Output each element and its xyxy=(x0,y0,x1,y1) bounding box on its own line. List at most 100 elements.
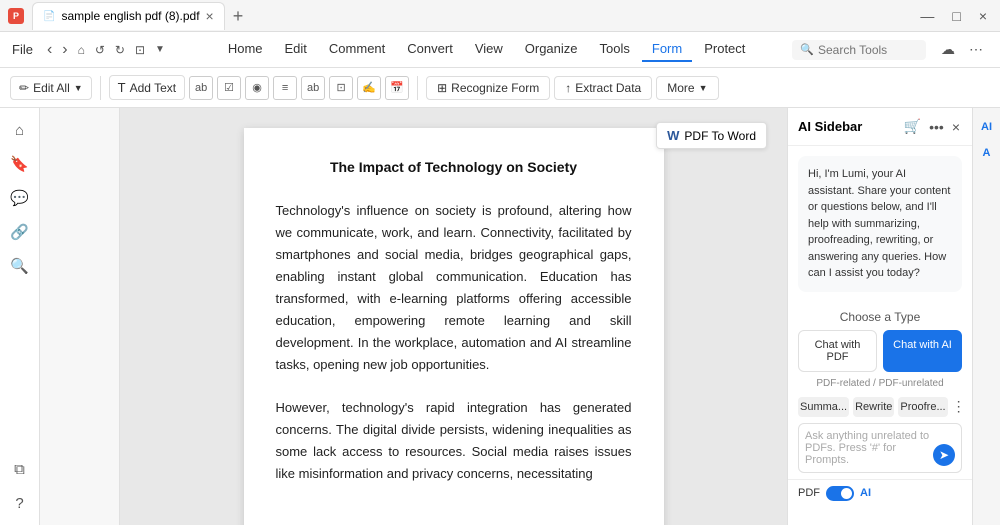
summarize-tab[interactable]: Summa... xyxy=(798,397,849,417)
sidebar-icon-search[interactable]: 🔍 xyxy=(6,252,34,280)
pdf-to-word-label: PDF To Word xyxy=(684,129,756,143)
pdf-to-word-btn[interactable]: W PDF To Word xyxy=(656,122,767,149)
extract-data-btn[interactable]: ↑ Extract Data xyxy=(554,76,652,100)
add-text-label: Add Text xyxy=(130,81,176,95)
ai-type-buttons: Chat with PDF Chat with AI xyxy=(788,330,972,372)
forward-btn[interactable]: › xyxy=(58,39,71,61)
page-panel xyxy=(40,108,120,525)
ai-sidebar-title: AI Sidebar xyxy=(798,119,898,134)
menu-file[interactable]: File xyxy=(12,42,33,57)
minimize-btn[interactable]: — xyxy=(915,6,939,26)
date-btn[interactable]: 📅 xyxy=(385,76,409,100)
sidebar-icon-help[interactable]: ? xyxy=(6,489,34,517)
menu-edit[interactable]: Edit xyxy=(275,37,317,62)
document-area: W PDF To Word The Impact of Technology o… xyxy=(120,108,787,525)
chat-with-pdf-label: Chat with PDF xyxy=(815,339,861,363)
back-btn[interactable]: ‹ xyxy=(43,39,56,61)
edit-dropdown-icon: ▼ xyxy=(74,83,83,93)
chat-with-ai-btn[interactable]: Chat with AI xyxy=(883,330,962,372)
ai-sidebar-header: AI Sidebar 🛒 ••• × xyxy=(788,108,972,146)
recognize-form-label: Recognize Form xyxy=(451,81,539,95)
menu-organize[interactable]: Organize xyxy=(515,37,588,62)
ai-toggle-switch[interactable] xyxy=(826,486,854,501)
menu-form[interactable]: Form xyxy=(642,37,692,62)
img-btn[interactable]: ⊡ xyxy=(329,76,353,100)
choose-type-label: Choose a Type xyxy=(788,310,972,324)
toolbar-separator-1 xyxy=(100,76,101,100)
sidebar-icon-link[interactable]: 🔗 xyxy=(6,218,34,246)
menu-items: Home Edit Comment Convert View Organize … xyxy=(191,37,782,62)
word-icon: W xyxy=(667,128,679,143)
menu-comment[interactable]: Comment xyxy=(319,37,395,62)
edit-all-label: Edit All xyxy=(33,81,70,95)
rewrite-tab[interactable]: Rewrite xyxy=(853,397,894,417)
document-para1: Technology's influence on society is pro… xyxy=(276,200,632,377)
ai-footer-label: AI xyxy=(860,487,871,499)
rotate-btn[interactable]: ↺ xyxy=(91,41,109,59)
proofread-tab[interactable]: Proofrе... xyxy=(898,397,947,417)
cloud-btn[interactable]: ☁ xyxy=(936,39,960,60)
checkbox-icon-btn[interactable]: ab xyxy=(189,76,213,100)
sidebar-icon-layers[interactable]: ⧉ xyxy=(6,455,34,483)
summarize-tab-label: Summa... xyxy=(800,401,847,413)
ai-intro-text: Hi, I'm Lumi, your AI assistant. Share y… xyxy=(808,168,950,279)
ai-input-placeholder: Ask anything unrelated to PDFs. Press '#… xyxy=(805,430,933,466)
text2-btn[interactable]: ab xyxy=(301,76,325,100)
recognize-form-btn[interactable]: ⊞ Recognize Form xyxy=(426,76,550,100)
chat-with-ai-label: Chat with AI xyxy=(893,339,952,351)
sidebar-icon-home[interactable]: ⌂ xyxy=(6,116,34,144)
menu-right-more[interactable]: ⋯ xyxy=(964,39,988,60)
text-icon: T xyxy=(118,80,126,95)
home-nav-btn[interactable]: ⌂ xyxy=(74,41,89,59)
right-mini-icon-ai[interactable]: AI xyxy=(976,116,998,138)
menu-convert[interactable]: Convert xyxy=(397,37,463,62)
pdf-footer-label: PDF xyxy=(798,487,820,499)
proofread-tab-label: Proofrе... xyxy=(900,401,945,413)
rewrite-tab-label: Rewrite xyxy=(855,401,892,413)
main-layout: ⌂ 🔖 💬 🔗 🔍 ⧉ ? W PDF To Word The Impact o… xyxy=(0,108,1000,525)
tab-close-btn[interactable]: × xyxy=(206,8,214,24)
edit-all-btn[interactable]: ✏ Edit All ▼ xyxy=(10,76,92,100)
menu-home[interactable]: Home xyxy=(218,37,273,62)
search-tools-box[interactable]: 🔍 xyxy=(792,40,926,60)
ai-action-tabs: Summa... Rewrite Proofrе... ⋮ xyxy=(788,397,972,417)
sidebar-icon-comment[interactable]: 💬 xyxy=(6,184,34,212)
tab-label: sample english pdf (8).pdf xyxy=(61,9,199,23)
ellipsis-icon[interactable]: ••• xyxy=(927,117,946,137)
menu-protect[interactable]: Protect xyxy=(694,37,755,62)
rotate2-btn[interactable]: ↻ xyxy=(111,41,129,59)
menu-right-actions: ☁ ⋯ xyxy=(936,39,988,60)
extract-data-label: Extract Data xyxy=(575,81,641,95)
recognize-icon: ⊞ xyxy=(437,81,447,95)
document-page: The Impact of Technology on Society Tech… xyxy=(244,128,664,525)
new-tab-btn[interactable]: + xyxy=(233,7,244,25)
close-btn[interactable]: × xyxy=(974,6,992,26)
add-text-btn[interactable]: T Add Text xyxy=(109,75,185,100)
maximize-btn[interactable]: □ xyxy=(947,6,965,26)
ai-tabs-more-btn[interactable]: ⋮ xyxy=(952,398,966,415)
right-mini-icon-a[interactable]: A xyxy=(976,142,998,164)
menu-view[interactable]: View xyxy=(465,37,513,62)
right-mini-sidebar: AI A xyxy=(972,108,1000,525)
cart-icon[interactable]: 🛒 xyxy=(902,116,923,137)
check-btn[interactable]: ☑ xyxy=(217,76,241,100)
sidebar-icon-bookmark[interactable]: 🔖 xyxy=(6,150,34,178)
active-tab[interactable]: 📄 sample english pdf (8).pdf × xyxy=(32,2,225,30)
chat-with-pdf-btn[interactable]: Chat with PDF xyxy=(798,330,877,372)
menu-tools[interactable]: Tools xyxy=(590,37,640,62)
sign-btn[interactable]: ✍ xyxy=(357,76,381,100)
close-sidebar-icon[interactable]: × xyxy=(950,117,962,137)
search-icon: 🔍 xyxy=(800,43,814,56)
extract-icon: ↑ xyxy=(565,81,571,95)
print-btn[interactable]: ⊡ xyxy=(131,41,149,59)
dropdown-btn[interactable]: ▼ xyxy=(151,42,169,57)
radio-btn[interactable]: ◉ xyxy=(245,76,269,100)
edit-icon: ✏ xyxy=(19,81,29,95)
ai-send-btn[interactable]: ➤ xyxy=(933,444,955,466)
ai-input-area[interactable]: Ask anything unrelated to PDFs. Press '#… xyxy=(798,423,962,473)
more-btn[interactable]: More ▼ xyxy=(656,76,718,100)
search-tools-input[interactable] xyxy=(818,43,918,57)
window-controls: — □ × xyxy=(915,6,992,26)
ai-sidebar: AI Sidebar 🛒 ••• × Hi, I'm Lumi, your AI… xyxy=(787,108,972,525)
list-btn[interactable]: ≡ xyxy=(273,76,297,100)
